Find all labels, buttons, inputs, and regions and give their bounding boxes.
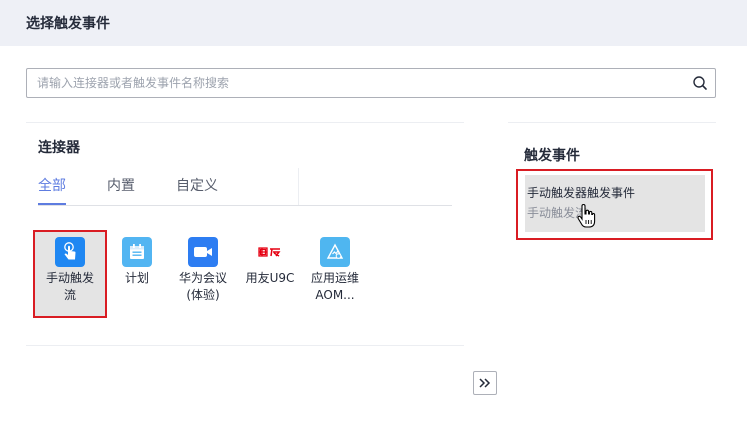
connector-schedule[interactable]: 计划 <box>101 231 173 317</box>
search-input[interactable] <box>37 69 677 97</box>
hand-touch-icon <box>55 237 85 267</box>
double-chevron-right-icon <box>479 378 491 388</box>
connector-label: 应用运维 AOM... <box>310 271 359 302</box>
event-name: 手动触发器触发事件 <box>527 186 636 200</box>
events-panel: 触发事件 手动触发器触发事件 手动触发流 <box>508 122 716 408</box>
dialog-title: 选择触发事件 <box>26 16 110 32</box>
dialog-header: 选择触发事件 <box>0 0 747 46</box>
connectors-title: 连接器 <box>38 140 80 156</box>
connector-tabs: 全部 内置 自定义 <box>38 175 298 205</box>
tab-custom[interactable]: 自定义 <box>176 175 218 205</box>
connectors-panel: 连接器 全部 内置 自定义 手动触发 流 计划 华为会议 (体验) 用友U9C … <box>26 122 464 340</box>
yonyou-logo-icon <box>255 237 285 267</box>
event-highlight-box: 手动触发器触发事件 手动触发流 <box>516 169 713 240</box>
search-icon[interactable] <box>692 75 708 91</box>
event-item-manual-trigger[interactable]: 手动触发器触发事件 手动触发流 <box>525 175 705 232</box>
connector-aom[interactable]: 应用运维 AOM... <box>299 231 371 317</box>
video-camera-icon <box>188 237 218 267</box>
connectors-panel-lower <box>26 345 464 422</box>
connector-label: 手动触发 流 <box>45 271 94 302</box>
connector-manual-trigger[interactable]: 手动触发 流 <box>33 230 107 318</box>
connector-label: 计划 <box>124 271 149 285</box>
connector-yonyou[interactable]: 用友U9C <box>234 231 306 317</box>
tab-divider-vertical <box>298 168 299 206</box>
tab-divider <box>38 205 452 206</box>
connector-huawei-meeting[interactable]: 华为会议 (体验) <box>167 231 239 317</box>
aom-icon <box>320 237 350 267</box>
tab-all[interactable]: 全部 <box>38 175 66 205</box>
search-box[interactable] <box>26 68 716 98</box>
events-title: 触发事件 <box>524 148 580 164</box>
calendar-icon <box>122 237 152 267</box>
move-right-button[interactable] <box>473 371 497 395</box>
hand-pointer-icon <box>577 203 596 228</box>
tab-builtin[interactable]: 内置 <box>107 175 135 205</box>
connector-label: 华为会议 (体验) <box>178 271 227 302</box>
connector-label: 用友U9C <box>245 271 295 285</box>
